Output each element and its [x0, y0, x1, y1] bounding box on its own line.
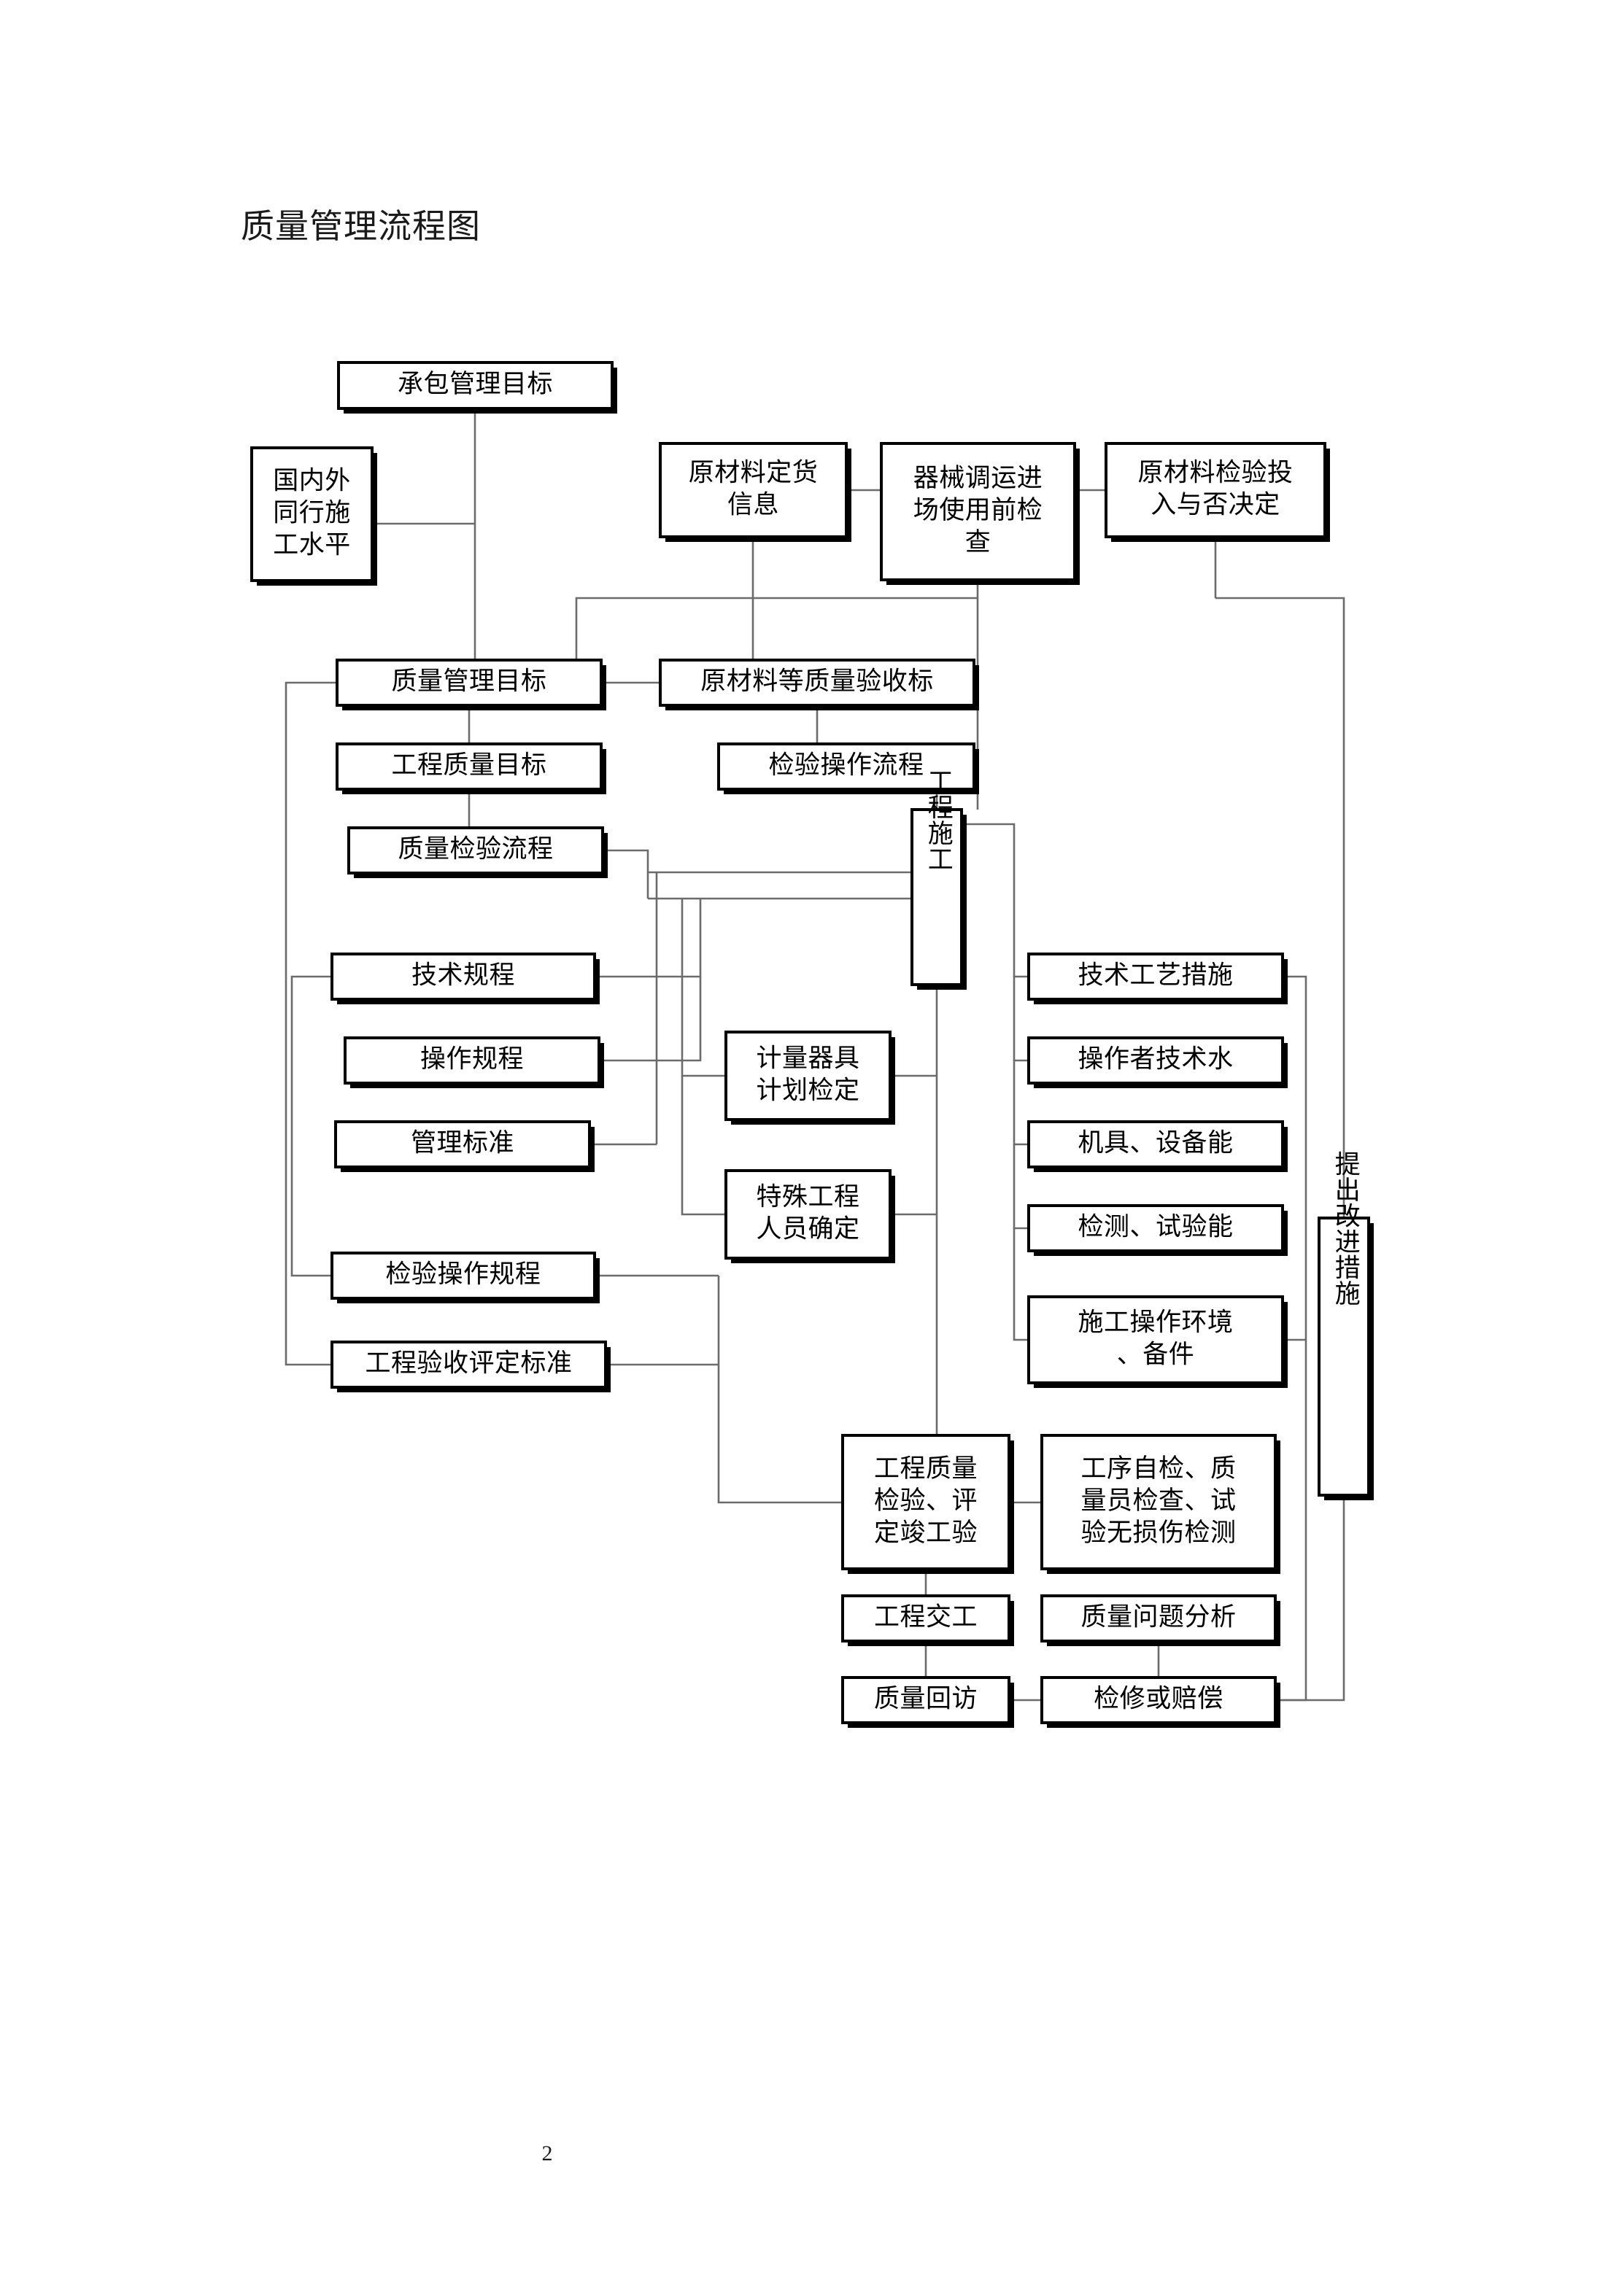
flow-node-4[interactable]: 原材料检验投入与否决定	[1105, 442, 1330, 542]
flow-node-27[interactable]: 质量问题分析	[1040, 1594, 1280, 1646]
flow-node-28[interactable]: 质量回访	[841, 1676, 1014, 1728]
page-number: 2	[541, 2141, 553, 2165]
node-label-line: 特殊工程	[756, 1182, 859, 1211]
node-label-line: 工程质量	[874, 1454, 978, 1483]
flow-node-16[interactable]: 管理标准	[334, 1120, 595, 1172]
node-layer: 承包管理目标国内外同行施工水平原材料定货信息器械调运进场使用前检查原材料检验投入…	[250, 361, 1374, 1728]
node-label-line: 操作规程	[420, 1044, 524, 1073]
node-label-line: 器械调运进	[913, 464, 1043, 492]
node-label-line: 工程交工	[874, 1602, 978, 1631]
edge-construction-to-tech-measure	[962, 823, 1029, 978]
flow-node-26[interactable]: 工程交工	[841, 1594, 1014, 1646]
node-label-line: 技术工艺措施	[1078, 961, 1233, 989]
node-label-line: 承包管理目标	[398, 370, 553, 398]
flow-node-10[interactable]: 工程施工	[910, 768, 967, 990]
flow-node-23[interactable]: 工程验收评定标准	[330, 1341, 611, 1392]
edge-left-bracket-procedures	[290, 975, 332, 1277]
node-label-line: 质量管理目标	[391, 667, 546, 695]
flow-node-7[interactable]: 工程质量目标	[336, 742, 606, 794]
node-label-line: 原材料检验投	[1137, 458, 1293, 486]
flow-node-5[interactable]: 质量管理目标	[336, 659, 606, 710]
flow-node-29[interactable]: 检修或赔偿	[1040, 1676, 1280, 1728]
edge-construction-to-machine-capacity	[1013, 1060, 1029, 1146]
edge-special-personnel-to-construction	[681, 1076, 726, 1216]
flow-node-17[interactable]: 机具、设备能	[1027, 1120, 1288, 1172]
flow-node-14[interactable]: 计量器具计划检定	[724, 1031, 895, 1125]
node-label-line: 定竣工验	[874, 1519, 978, 1547]
edge-bus-to-quality-goal	[575, 597, 978, 660]
edge-quality-inspection-flow-to-construction	[603, 849, 912, 874]
flow-node-12[interactable]: 技术工艺措施	[1027, 953, 1288, 1004]
node-label-line: 工序自检、质	[1080, 1454, 1236, 1483]
node-label: 提出改进措施	[1331, 1150, 1360, 1306]
edge-construction-to-operator-skill	[1013, 977, 1029, 1062]
flow-node-21[interactable]: 施工操作环境、备件	[1027, 1295, 1288, 1388]
node-label: 工程施工	[924, 768, 954, 872]
node-label-line: 检验操作规程	[385, 1260, 541, 1288]
node-label-line: 操作者技术水	[1078, 1044, 1233, 1073]
edge-operation-procedure-to-bus	[599, 977, 702, 1062]
flow-node-2[interactable]: 原材料定货信息	[659, 442, 851, 542]
node-label-line: 质量回访	[874, 1684, 978, 1713]
flow-node-19[interactable]: 检测、试验能	[1027, 1204, 1288, 1256]
node-label-line: 工程质量目标	[391, 751, 546, 779]
node-label-line: 场使用前检	[913, 496, 1043, 524]
flow-node-20[interactable]: 检验操作规程	[330, 1252, 600, 1303]
node-label-line: 信息	[727, 490, 779, 519]
node-label-line: 计量器具	[756, 1044, 859, 1072]
node-label-line: 入与否决定	[1151, 490, 1280, 519]
edge-left-bracket-goals	[285, 681, 337, 1366]
edge-construction-to-site-environment	[1013, 1228, 1029, 1341]
node-label-line: 机具、设备能	[1078, 1128, 1233, 1157]
edge-construction-to-test-capacity	[1013, 1144, 1029, 1230]
flow-node-1[interactable]: 国内外同行施工水平	[250, 446, 377, 586]
edge-inspection-rules-to-quality-check	[717, 1276, 843, 1504]
document-page: 质量管理流程图 承包管理目标 国内外 同行施 工水平 原材料定货 信息 器械调运…	[0, 0, 1624, 2296]
node-label-line: 同行施	[273, 498, 351, 527]
node-label-line: 计划检定	[756, 1076, 859, 1104]
node-label-line: 管理标准	[411, 1128, 514, 1157]
flow-node-22[interactable]: 提出改进措施	[1318, 1150, 1374, 1500]
node-label-line: 国内外	[273, 466, 351, 495]
node-label-line: 工水平	[273, 530, 351, 559]
edge-improvement-to-repair	[1275, 1495, 1345, 1702]
node-label-line: 质量问题分析	[1080, 1602, 1236, 1631]
flow-node-11[interactable]: 技术规程	[330, 953, 600, 1004]
flow-node-3[interactable]: 器械调运进场使用前检查	[880, 442, 1080, 585]
flow-node-13[interactable]: 操作规程	[344, 1036, 604, 1088]
flow-node-25[interactable]: 工序自检、质量员检查、试验无损伤检测	[1040, 1434, 1280, 1574]
node-label-line: 量员检查、试	[1080, 1486, 1236, 1515]
flow-node-9[interactable]: 质量检验流程	[347, 826, 608, 878]
flow-node-6[interactable]: 原材料等质量验收标	[659, 659, 979, 710]
node-label-line: 检修或赔偿	[1094, 1684, 1223, 1713]
node-label-line: 质量检验流程	[398, 834, 553, 863]
flow-node-18[interactable]: 特殊工程人员确定	[724, 1169, 895, 1263]
node-label-line: 检验操作流程	[768, 751, 924, 779]
quality-management-flowchart: 承包管理目标国内外同行施工水平原材料定货信息器械调运进场使用前检查原材料检验投入…	[250, 361, 1374, 1728]
node-label-line: 检验、评	[874, 1486, 978, 1515]
node-label-line: 原材料等质量验收标	[700, 667, 934, 695]
edge-measuring-device-to-construction	[681, 899, 726, 1077]
node-label-line: 人员确定	[756, 1214, 859, 1243]
node-label-line: 工程验收评定标准	[365, 1349, 572, 1377]
flow-node-24[interactable]: 工程质量检验、评定竣工验	[841, 1434, 1014, 1574]
node-label-line: 查	[965, 528, 991, 556]
node-label-line: 验无损伤检测	[1080, 1519, 1236, 1547]
edge-tech-procedure-to-bus	[595, 899, 702, 978]
node-label-line: 检测、试验能	[1078, 1212, 1233, 1241]
flow-node-0[interactable]: 承包管理目标	[337, 361, 617, 414]
node-label-line: 、备件	[1117, 1340, 1195, 1368]
node-label-line: 原材料定货	[689, 458, 819, 486]
node-label-line: 施工操作环境	[1078, 1308, 1233, 1336]
flow-node-15[interactable]: 操作者技术水	[1027, 1036, 1288, 1088]
node-label-line: 技术规程	[411, 961, 515, 989]
